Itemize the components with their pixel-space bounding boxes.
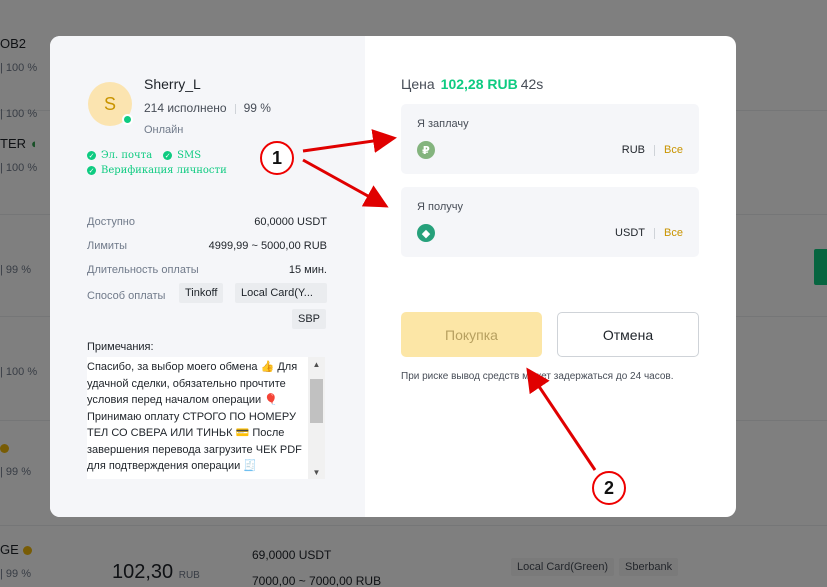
check-icon: ✓ (87, 166, 96, 175)
available-value: 60,0000 USDT (254, 216, 327, 228)
price-value: 102,28 RUB (440, 76, 518, 92)
notes-box[interactable]: Спасибо, за выбор моего обмена 👍 Для уда… (87, 357, 325, 479)
duration-row: Длительность оплаты 15 мин. (87, 264, 327, 276)
receive-field[interactable]: Я получу ◆ USDT Все (401, 187, 699, 257)
pay-field-label: Я заплачу (417, 118, 469, 130)
buy-dialog: S Sherry_L 214 исполнено 99 % Онлайн ✓ Эл.… (50, 36, 736, 517)
annotation-badge-2: 2 (592, 471, 626, 505)
verif-identity: Верификация личности (101, 165, 227, 176)
notes-label: Примечания: (87, 341, 154, 353)
price-label: Цена (401, 76, 435, 92)
avatar[interactable]: S (88, 82, 133, 126)
seller-panel: S Sherry_L 214 исполнено 99 % Онлайн ✓ Эл.… (50, 36, 365, 517)
receive-field-label: Я получу (417, 201, 463, 213)
pay-all-button[interactable]: Все (664, 144, 683, 156)
orders-count: 214 исполнено (144, 101, 227, 115)
scroll-up-arrow-icon[interactable]: ▲ (308, 357, 325, 371)
verif-sms: SMS (177, 150, 202, 161)
notes-text: Спасибо, за выбор моего обмена 👍 Для уда… (87, 361, 302, 472)
price-timer: 42s (520, 76, 544, 92)
check-icon: ✓ (87, 151, 96, 160)
buy-button[interactable]: Покупка (401, 312, 542, 357)
limits-value: 4999,99 ~ 5000,00 RUB (208, 240, 327, 252)
payment-method-label: Способ оплаты (87, 290, 166, 302)
seller-name[interactable]: Sherry_L (144, 76, 201, 92)
ruble-icon: ₽ (417, 141, 435, 159)
limits-row: Лимиты 4999,99 ~ 5000,00 RUB (87, 240, 327, 252)
check-icon: ✓ (163, 151, 173, 160)
completion-rate: 99 % (243, 101, 271, 115)
scroll-down-arrow-icon[interactable]: ▼ (308, 465, 325, 479)
pay-field[interactable]: Я заплачу ₽ RUB Все (401, 104, 699, 174)
usdt-diamond-icon: ◆ (417, 224, 435, 242)
avatar-letter: S (103, 93, 116, 114)
online-indicator (122, 114, 133, 125)
pay-currency: RUB (621, 144, 645, 156)
annotation-badge-1: 1 (260, 141, 294, 175)
receive-all-button[interactable]: Все (664, 227, 683, 239)
risk-note: При риске вывод средств может задержатьс… (401, 371, 674, 382)
price-line: Цена 102,28 RUB 42s (401, 76, 543, 92)
duration-value: 15 мин. (288, 264, 327, 276)
payment-tag-sbp: SBP (292, 309, 327, 329)
verification-list: ✓ Эл. почта ✓ SMS ✓ Верификация личности (87, 150, 227, 180)
cancel-button[interactable]: Отмена (557, 312, 699, 357)
notes-scrollbar[interactable]: ▲ ▼ (308, 357, 325, 479)
seller-status: Онлайн (144, 124, 184, 136)
payment-tag-tinkoff: Tinkoff (179, 283, 224, 303)
verif-email: Эл. почта (101, 150, 153, 161)
receive-currency: USDT (615, 227, 645, 239)
seller-stats: 214 исполнено 99 % (144, 101, 271, 115)
available-row: Доступно 60,0000 USDT (87, 216, 327, 228)
payment-tag-local-card: Local Card(Y... (235, 283, 327, 303)
scroll-thumb[interactable] (310, 379, 323, 423)
